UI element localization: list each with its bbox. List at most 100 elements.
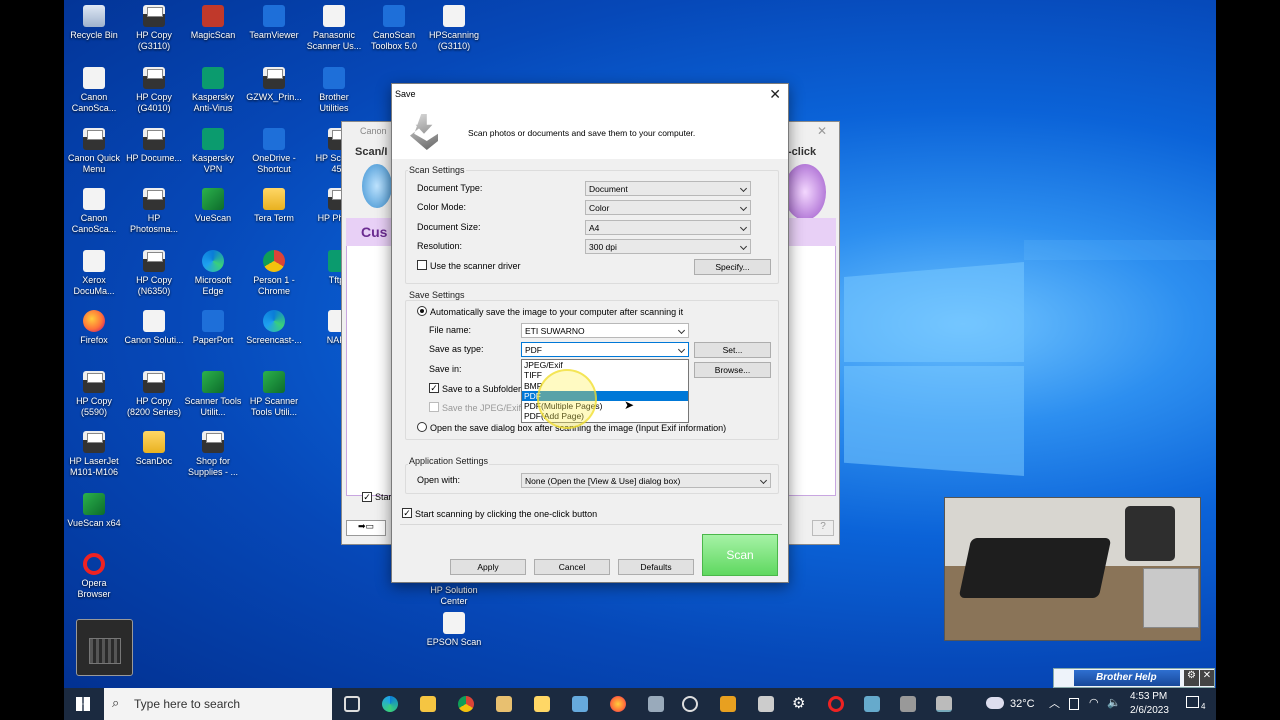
start-scanning-checkbox[interactable]: ✓: [402, 508, 412, 518]
opera-taskbar-icon[interactable]: [828, 696, 844, 712]
file-name-input[interactable]: ETI SUWARNO: [521, 323, 689, 338]
close-icon[interactable]: ✕: [769, 86, 781, 103]
bg-window-tab-right[interactable]: [786, 218, 836, 246]
bg-window-tab[interactable]: Cus: [346, 218, 394, 246]
bg-window-help-button[interactable]: ?: [812, 520, 834, 536]
set-button[interactable]: Set...: [694, 342, 771, 358]
desktop-icon[interactable]: Panasonic Scanner Us...: [304, 5, 364, 52]
desktop-icon[interactable]: EPSON Scan: [424, 612, 484, 648]
desktop-icon[interactable]: HP Copy (G4010): [124, 67, 184, 114]
save-dialog[interactable]: Save ✕ Scan photos or documents and save…: [391, 83, 789, 583]
store-taskbar-icon[interactable]: [420, 696, 436, 712]
desktop-icon[interactable]: Canon Quick Menu: [64, 128, 124, 175]
bg-window-arrow-button[interactable]: ➡▭: [346, 520, 386, 536]
tray-chevron-icon[interactable]: ︿: [1049, 695, 1060, 711]
scanner-taskbar-icon[interactable]: [648, 696, 664, 712]
color-mode-select[interactable]: Color: [585, 200, 751, 215]
tray-app-icon[interactable]: [1069, 698, 1079, 710]
monitor-taskbar-icon[interactable]: [864, 696, 880, 712]
desktop-icon[interactable]: Microsoft Edge: [183, 250, 243, 297]
document-size-select[interactable]: A4: [585, 220, 751, 235]
desktop-icon[interactable]: Firefox: [64, 310, 124, 346]
desktop-icon[interactable]: OneDrive - Shortcut: [244, 128, 304, 175]
desktop-icon[interactable]: VueScan: [183, 188, 243, 224]
defaults-button[interactable]: Defaults: [618, 559, 694, 575]
use-scanner-driver-checkbox[interactable]: [417, 260, 427, 270]
start-windows-icon[interactable]: [76, 697, 90, 711]
desktop-icon[interactable]: Canon CanoSca...: [64, 188, 124, 235]
desktop-icon[interactable]: Xerox DocuMa...: [64, 250, 124, 297]
desktop-icon[interactable]: GZWX_Prin...: [244, 67, 304, 103]
canoscan-taskbar-icon[interactable]: [572, 696, 588, 712]
explorer-taskbar-icon[interactable]: [534, 696, 550, 712]
desktop-icon[interactable]: MagicScan: [183, 5, 243, 41]
subfolder-checkbox[interactable]: ✓: [429, 383, 439, 393]
desktop-icon[interactable]: HP Copy (G3110): [124, 5, 184, 52]
brother-close-icon[interactable]: ✕: [1200, 670, 1214, 686]
settings-taskbar-icon[interactable]: ⚙: [792, 696, 808, 712]
calculator-widget[interactable]: [76, 619, 133, 676]
clock-date[interactable]: 2/6/2023: [1130, 705, 1169, 716]
temperature[interactable]: 32°C: [1010, 698, 1035, 710]
desktop-icon[interactable]: Shop for Supplies - ...: [183, 431, 243, 478]
paperport-taskbar-icon[interactable]: [758, 696, 774, 712]
cancel-button[interactable]: Cancel: [534, 559, 610, 575]
desktop-icon[interactable]: HP Copy (8200 Series): [124, 371, 184, 418]
edge-taskbar-icon[interactable]: [382, 696, 398, 712]
bg-window-close-icon[interactable]: ✕: [817, 124, 827, 138]
printer-taskbar-icon[interactable]: [900, 696, 916, 712]
desktop-icon[interactable]: Scanner Tools Utilit...: [183, 371, 243, 418]
desktop-icon[interactable]: HP Copy (N6350): [124, 250, 184, 297]
apply-button[interactable]: Apply: [450, 559, 526, 575]
save-as-type-select[interactable]: PDF: [521, 342, 689, 357]
dropdown-option[interactable]: JPEG/Exif: [522, 360, 688, 370]
desktop-icon[interactable]: Kaspersky Anti-Virus: [183, 67, 243, 114]
desktop-icon[interactable]: Tera Term: [244, 188, 304, 224]
tool-taskbar-icon[interactable]: [496, 696, 512, 712]
desktop-icon[interactable]: Brother Utilities: [304, 67, 364, 114]
jpeg-exif-checkbox[interactable]: [429, 402, 439, 412]
save-app-taskbar-icon[interactable]: [936, 696, 952, 712]
task-view-icon[interactable]: [344, 696, 360, 712]
vuescan-taskbar-icon[interactable]: [720, 696, 736, 712]
desktop-icon[interactable]: HP Docume...: [124, 128, 184, 164]
settings-gear-icon[interactable]: ⚙: [1184, 670, 1199, 686]
resolution-select[interactable]: 300 dpi: [585, 239, 751, 254]
desktop-icon[interactable]: ScanDoc: [124, 431, 184, 467]
auto-save-radio[interactable]: [417, 306, 427, 316]
desktop-icon[interactable]: Opera Browser: [64, 553, 124, 600]
browse-button[interactable]: Browse...: [694, 362, 771, 378]
clock-time[interactable]: 4:53 PM: [1130, 691, 1167, 702]
brother-help-button[interactable]: Brother Help: [1074, 670, 1180, 686]
desktop-icon[interactable]: HP Copy (5590): [64, 371, 124, 418]
network-icon[interactable]: ◠: [1089, 696, 1099, 709]
brother-help-bar[interactable]: Brother Help ⚙ ✕: [1053, 668, 1215, 688]
bg-start-checkbox[interactable]: ✓: [362, 492, 372, 502]
notification-icon[interactable]: [1186, 696, 1199, 708]
desktop-icon[interactable]: Recycle Bin: [64, 5, 124, 41]
desktop-icon[interactable]: Person 1 - Chrome: [244, 250, 304, 297]
screencast-taskbar-icon[interactable]: [682, 696, 698, 712]
desktop-icon[interactable]: Screencast-...: [244, 310, 304, 346]
desktop-icon[interactable]: HPScanning (G3110): [424, 5, 484, 52]
desktop-icon[interactable]: HP Photosma...: [124, 188, 184, 235]
open-save-dialog-radio[interactable]: [417, 422, 427, 432]
desktop-icon-label: Recycle Bin: [70, 30, 118, 40]
desktop-icon[interactable]: Canon CanoSca...: [64, 67, 124, 114]
specify-button[interactable]: Specify...: [694, 259, 771, 275]
desktop-icon[interactable]: Canon Soluti...: [124, 310, 184, 346]
desktop-icon[interactable]: TeamViewer: [244, 5, 304, 41]
scan-button[interactable]: Scan: [702, 534, 778, 576]
document-type-select[interactable]: Document: [585, 181, 751, 196]
desktop-icon[interactable]: Kaspersky VPN: [183, 128, 243, 175]
firefox-taskbar-icon[interactable]: [610, 696, 626, 712]
desktop-icon[interactable]: CanoScan Toolbox 5.0: [364, 5, 424, 52]
open-with-select[interactable]: None (Open the [View & Use] dialog box): [521, 473, 771, 488]
desktop-icon[interactable]: VueScan x64: [64, 493, 124, 529]
volume-icon[interactable]: 🔈: [1107, 696, 1121, 709]
taskbar-search-box[interactable]: ⌕ Type here to search: [104, 688, 332, 720]
desktop-icon[interactable]: PaperPort: [183, 310, 243, 346]
desktop-icon[interactable]: HP LaserJet M101-M106: [64, 431, 124, 478]
desktop-icon[interactable]: HP Scanner Tools Utili...: [244, 371, 304, 418]
chrome-taskbar-icon[interactable]: [458, 696, 474, 712]
